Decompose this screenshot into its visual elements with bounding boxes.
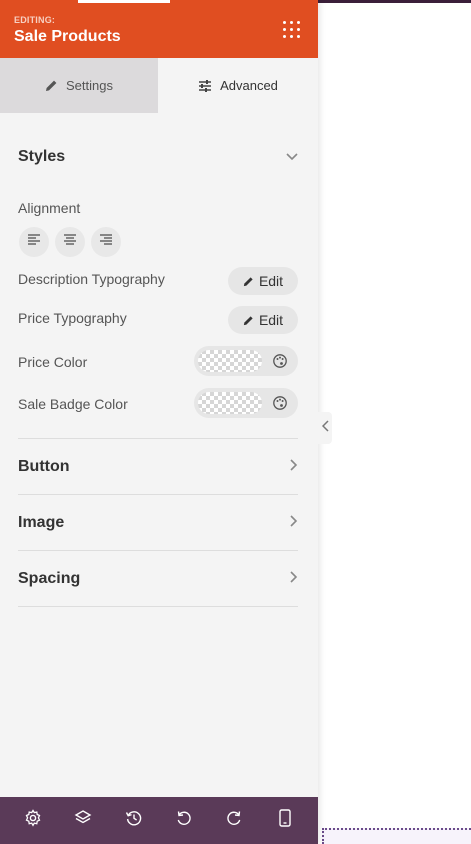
grid-dots-icon[interactable] — [281, 19, 303, 41]
section-button-title: Button — [18, 458, 70, 475]
palette-icon[interactable] — [272, 353, 288, 369]
chevron-right-icon — [290, 514, 298, 532]
editing-label: EDITING: — [14, 15, 56, 25]
align-right-button[interactable] — [91, 227, 121, 257]
undo-button[interactable] — [169, 806, 199, 836]
tab-advanced[interactable]: Advanced — [158, 58, 318, 113]
panel-tabs: Settings Advanced — [0, 58, 318, 113]
history-button[interactable] — [119, 806, 149, 836]
sliders-icon — [198, 79, 212, 92]
description-typography-label: Description Typography — [18, 271, 165, 287]
section-image-header[interactable]: Image — [18, 508, 298, 538]
redo-button[interactable] — [219, 806, 249, 836]
redo-icon — [225, 809, 243, 832]
align-right-icon — [99, 233, 113, 251]
price-color-picker[interactable] — [194, 346, 298, 376]
canvas-top-border — [318, 0, 471, 3]
layers-icon — [74, 809, 92, 832]
sale-badge-color-label: Sale Badge Color — [18, 396, 128, 412]
sale-badge-color-swatch[interactable] — [198, 392, 262, 414]
chevron-right-icon — [290, 570, 298, 588]
section-spacing-title: Spacing — [18, 570, 81, 587]
editor-panel: EDITING: Sale Products Settings Advanced — [0, 0, 318, 844]
collapse-panel-button[interactable] — [318, 412, 332, 444]
layers-button[interactable] — [68, 806, 98, 836]
tab-settings-label: Settings — [66, 78, 113, 93]
gear-icon — [24, 809, 42, 832]
section-styles-title: Styles — [18, 148, 66, 165]
undo-icon — [175, 809, 193, 832]
section-styles-header[interactable]: Styles — [18, 142, 298, 172]
edit-label: Edit — [258, 312, 284, 328]
tab-advanced-label: Advanced — [220, 78, 278, 93]
mobile-icon — [278, 809, 292, 832]
divider — [18, 606, 298, 607]
divider — [18, 550, 298, 551]
section-spacing-header[interactable]: Spacing — [18, 564, 298, 594]
align-center-icon — [63, 233, 77, 251]
module-title: Sale Products — [14, 28, 121, 45]
price-color-label: Price Color — [18, 354, 88, 370]
align-center-button[interactable] — [55, 227, 85, 257]
history-icon — [125, 809, 143, 832]
align-left-button[interactable] — [19, 227, 49, 257]
chevron-left-icon — [321, 419, 329, 437]
responsive-button[interactable] — [270, 806, 300, 836]
section-image-title: Image — [18, 514, 65, 531]
settings-button[interactable] — [18, 806, 48, 836]
divider — [18, 494, 298, 495]
description-typography-edit-button[interactable]: Edit — [228, 267, 298, 295]
alignment-label: Alignment — [18, 200, 81, 216]
edit-label: Edit — [258, 273, 284, 289]
sale-badge-color-picker[interactable] — [194, 388, 298, 418]
pencil-icon — [243, 276, 254, 287]
canvas-drop-zone[interactable] — [322, 828, 471, 844]
tab-settings[interactable]: Settings — [0, 58, 158, 113]
page: EDITING: Sale Products Settings Advanced — [0, 0, 471, 844]
price-color-swatch[interactable] — [198, 350, 262, 372]
pencil-icon — [243, 315, 254, 326]
align-left-icon — [27, 233, 41, 251]
pencil-icon — [45, 79, 58, 92]
chevron-down-icon — [286, 148, 298, 166]
header-top-highlight — [78, 0, 170, 3]
panel-footer-toolbar — [0, 797, 318, 844]
chevron-right-icon — [290, 458, 298, 476]
section-button-header[interactable]: Button — [18, 452, 298, 482]
palette-icon[interactable] — [272, 395, 288, 411]
price-typography-label: Price Typography — [18, 310, 127, 326]
panel-header: EDITING: Sale Products — [0, 0, 318, 58]
price-typography-edit-button[interactable]: Edit — [228, 306, 298, 334]
divider — [18, 438, 298, 439]
